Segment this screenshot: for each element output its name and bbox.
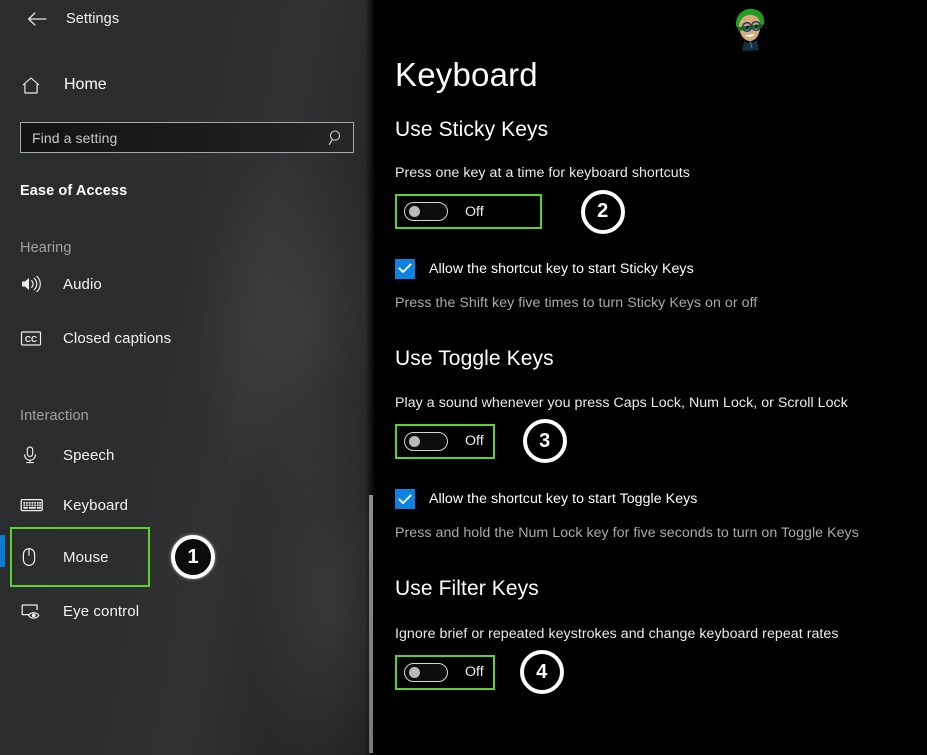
sidebar-item-closed-captions-label: Closed captions bbox=[63, 329, 172, 347]
toggle-row-toggle-keys: Off 3 bbox=[395, 419, 927, 464]
sidebar-item-closed-captions[interactable]: CC Closed captions bbox=[0, 317, 374, 359]
search-icon[interactable] bbox=[328, 129, 345, 146]
sidebar-item-keyboard[interactable]: Keyboard bbox=[0, 484, 374, 526]
toggle-filter-keys-state: Off bbox=[465, 664, 484, 681]
selected-item-indicator bbox=[0, 535, 5, 567]
toggle-row-filter-keys: Off 4 bbox=[395, 650, 927, 695]
checkbox-row-toggle-keys[interactable]: Allow the shortcut key to start Toggle K… bbox=[395, 489, 927, 510]
annotation-badge-4: 4 bbox=[519, 650, 564, 695]
toggle-toggle-keys-state: Off bbox=[465, 433, 484, 450]
section-description-filter-keys: Ignore brief or repeated keystrokes and … bbox=[395, 625, 839, 642]
annotation-highlight-sticky-toggle: Off bbox=[395, 194, 542, 230]
sidebar-group-interaction: Interaction bbox=[20, 408, 89, 424]
back-arrow-icon bbox=[27, 12, 47, 26]
annotation-highlight-filter-toggle: Off bbox=[395, 654, 495, 690]
main-content: Keyboard Use Sticky Keys Press one key a… bbox=[374, 0, 927, 755]
annotation-highlight-toggle-toggle: Off bbox=[395, 423, 495, 459]
toggle-sticky-keys[interactable] bbox=[404, 202, 448, 222]
title-bar: Settings bbox=[0, 0, 374, 38]
checkbox-toggle-keys[interactable] bbox=[395, 489, 415, 510]
checkbox-row-sticky-keys[interactable]: Allow the shortcut key to start Sticky K… bbox=[395, 258, 927, 279]
checkbox-toggle-keys-label: Allow the shortcut key to start Toggle K… bbox=[429, 491, 698, 508]
svg-text:CC: CC bbox=[25, 334, 37, 344]
search-input[interactable]: Find a setting bbox=[20, 122, 354, 153]
sidebar-item-eye-control-label: Eye control bbox=[63, 602, 140, 620]
section-description-sticky-keys: Press one key at a time for keyboard sho… bbox=[395, 165, 690, 181]
settings-window: Settings Home Find a setting Ease of Acc… bbox=[0, 0, 927, 755]
sidebar-item-eye-control[interactable]: Eye control bbox=[0, 590, 374, 632]
toggle-sticky-keys-state: Off bbox=[465, 203, 484, 220]
sidebar-item-home-label: Home bbox=[64, 76, 107, 93]
eye-control-icon bbox=[20, 602, 46, 620]
checkbox-sticky-keys[interactable] bbox=[395, 258, 415, 279]
closed-captions-icon: CC bbox=[20, 329, 46, 347]
checkbox-sticky-keys-label: Allow the shortcut key to start Sticky K… bbox=[429, 260, 694, 277]
keyboard-icon bbox=[20, 497, 46, 513]
category-title: Ease of Access bbox=[20, 183, 128, 199]
section-heading-toggle-keys: Use Toggle Keys bbox=[395, 346, 554, 370]
home-icon bbox=[21, 76, 47, 95]
toggle-knob bbox=[409, 666, 420, 678]
app-title: Settings bbox=[66, 11, 120, 27]
section-hint-sticky-keys: Press the Shift key five times to turn S… bbox=[395, 294, 758, 311]
search-container: Find a setting bbox=[20, 122, 354, 153]
search-placeholder: Find a setting bbox=[32, 129, 118, 146]
back-button[interactable] bbox=[14, 4, 60, 34]
speaker-icon bbox=[20, 275, 46, 293]
sidebar-item-keyboard-label: Keyboard bbox=[63, 496, 129, 514]
toggle-filter-keys[interactable] bbox=[404, 662, 448, 682]
toggle-toggle-keys[interactable] bbox=[404, 431, 448, 451]
sidebar-item-speech[interactable]: Speech bbox=[0, 434, 374, 476]
section-heading-filter-keys: Use Filter Keys bbox=[395, 576, 539, 600]
section-heading-sticky-keys: Use Sticky Keys bbox=[395, 118, 549, 141]
sidebar-item-speech-label: Speech bbox=[63, 446, 115, 464]
section-hint-toggle-keys: Press and hold the Num Lock key for five… bbox=[395, 525, 859, 542]
sidebar-item-audio[interactable]: Audio bbox=[0, 263, 374, 305]
section-description-toggle-keys: Play a sound whenever you press Caps Loc… bbox=[395, 394, 848, 411]
annotation-highlight-keyboard bbox=[10, 527, 150, 587]
cartoon-avatar-icon bbox=[726, 4, 774, 52]
annotation-badge-2: 2 bbox=[580, 189, 625, 234]
sidebar: Settings Home Find a setting Ease of Acc… bbox=[0, 0, 374, 755]
microphone-icon bbox=[20, 445, 46, 465]
annotation-badge-3: 3 bbox=[522, 419, 567, 464]
toggle-knob bbox=[409, 435, 420, 447]
toggle-knob bbox=[409, 206, 420, 218]
sidebar-scrollbar[interactable] bbox=[369, 495, 373, 753]
toggle-row-sticky-keys: Off 2 bbox=[395, 189, 927, 234]
sidebar-item-home[interactable]: Home bbox=[0, 68, 374, 102]
page-title: Keyboard bbox=[395, 56, 538, 93]
sidebar-item-audio-label: Audio bbox=[63, 275, 102, 293]
sidebar-group-hearing: Hearing bbox=[20, 240, 72, 256]
